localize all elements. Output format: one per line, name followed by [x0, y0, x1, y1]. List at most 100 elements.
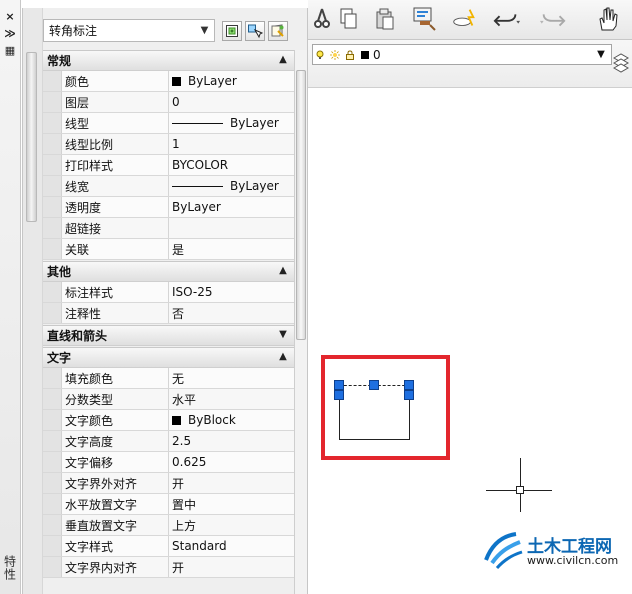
row-indent	[43, 176, 62, 196]
section-misc[interactable]: 其他 ▲	[43, 261, 294, 282]
quick-select-icon	[271, 24, 284, 37]
palette-gutter-scrollbar[interactable]	[26, 52, 37, 222]
prop-row-text-outside-align[interactable]: 文字界外对齐 开	[43, 473, 294, 494]
prop-value[interactable]: Standard	[169, 536, 294, 556]
auto-hide-icon[interactable]: ≫	[2, 25, 18, 41]
prop-value[interactable]: 开	[169, 557, 294, 577]
prop-value[interactable]: 水平	[169, 389, 294, 409]
section-text[interactable]: 文字 ▲	[43, 347, 294, 368]
chevron-up-icon: ▲	[279, 265, 287, 276]
quick-select-icon[interactable]	[268, 21, 288, 41]
prop-value[interactable]: 1	[169, 134, 294, 154]
layer-stack-icon[interactable]	[612, 50, 630, 78]
block-editor-icon[interactable]	[450, 4, 478, 34]
line-sample	[172, 122, 223, 124]
prop-row-plot-style[interactable]: 打印样式 BYCOLOR	[43, 155, 294, 176]
dimension-object[interactable]	[339, 388, 410, 440]
grip-handle[interactable]	[334, 390, 344, 400]
row-indent	[43, 452, 62, 472]
prop-value[interactable]: ByBlock	[169, 410, 294, 430]
section-lines-arrows[interactable]: 直线和箭头 ▼	[43, 325, 294, 346]
copy-icon	[340, 8, 357, 29]
prop-value[interactable]: BYCOLOR	[169, 155, 294, 175]
paste-icon[interactable]	[371, 4, 399, 34]
prop-row-text-offset[interactable]: 文字偏移 0.625	[43, 452, 294, 473]
prop-value[interactable]: ByLayer	[169, 113, 294, 133]
prop-name: 分数类型	[62, 389, 169, 409]
redo-icon	[539, 14, 566, 27]
prop-value-text: ByLayer	[230, 179, 279, 193]
prop-value[interactable]: ByLayer	[169, 197, 294, 217]
row-indent	[43, 239, 62, 259]
section-title-misc: 其他	[47, 265, 72, 279]
properties-title-strip: × ≫ ▦ 特性	[0, 0, 21, 594]
copy-icon[interactable]	[335, 4, 363, 34]
prop-value-text: ByLayer	[230, 116, 279, 130]
undo-icon[interactable]	[493, 4, 521, 34]
toggle-pickadd-icon[interactable]	[222, 21, 242, 41]
prop-row-transparency[interactable]: 透明度 ByLayer	[43, 197, 294, 218]
watermark: 土木工程网 www.civilcn.com	[482, 529, 632, 573]
prop-value[interactable]: 无	[169, 368, 294, 388]
drawing-canvas[interactable]	[308, 88, 632, 594]
grip-handle[interactable]	[404, 390, 414, 400]
toggle-pickadd-icon	[226, 25, 238, 37]
sun-icon	[330, 49, 340, 60]
prop-value[interactable]: 2.5	[169, 431, 294, 451]
crosshair-pickbox	[516, 486, 524, 494]
close-icon[interactable]: ×	[2, 8, 18, 24]
prop-row-text-inside-align[interactable]: 文字界内对齐 开	[43, 557, 294, 578]
prop-row-text-pos-horizontal[interactable]: 水平放置文字 置中	[43, 494, 294, 515]
prop-value[interactable]: ISO-25	[169, 282, 294, 302]
object-type-value: 转角标注	[49, 24, 98, 38]
prop-value[interactable]	[169, 218, 294, 238]
prop-value[interactable]: ByLayer	[169, 71, 294, 91]
select-objects-icon	[248, 24, 263, 39]
prop-value[interactable]: 否	[169, 303, 294, 323]
prop-value[interactable]: ByLayer	[169, 176, 294, 196]
prop-row-dimstyle[interactable]: 标注样式 ISO-25	[43, 282, 294, 303]
pan-hand-icon	[599, 7, 618, 31]
prop-row-text-height[interactable]: 文字高度 2.5	[43, 431, 294, 452]
palette-header: 转角标注 ▼	[43, 19, 291, 46]
prop-row-text-pos-vertical[interactable]: 垂直放置文字 上方	[43, 515, 294, 536]
prop-row-layer[interactable]: 图层 0	[43, 92, 294, 113]
prop-row-text-color[interactable]: 文字颜色 ByBlock	[43, 410, 294, 431]
prop-row-associative[interactable]: 关联 是	[43, 239, 294, 260]
prop-row-fraction-type[interactable]: 分数类型 水平	[43, 389, 294, 410]
match-properties-icon[interactable]	[410, 4, 438, 34]
properties-scroll-thumb[interactable]	[296, 70, 306, 340]
prop-value[interactable]: 上方	[169, 515, 294, 535]
select-objects-icon[interactable]	[245, 21, 265, 41]
prop-row-hyperlink[interactable]: 超链接	[43, 218, 294, 239]
grip-handle[interactable]	[334, 380, 344, 390]
prop-row-color[interactable]: 颜色 ByLayer	[43, 71, 294, 92]
prop-value[interactable]: 开	[169, 473, 294, 493]
prop-row-linetype[interactable]: 线型 ByLayer	[43, 113, 294, 134]
grip-handle[interactable]	[404, 380, 414, 390]
prop-name: 垂直放置文字	[62, 515, 169, 535]
prop-row-text-style[interactable]: 文字样式 Standard	[43, 536, 294, 557]
object-type-dropdown[interactable]: 转角标注 ▼	[43, 19, 215, 42]
layer-dropdown[interactable]: 0 ▼	[312, 44, 612, 65]
prop-value[interactable]: 置中	[169, 494, 294, 514]
prop-value[interactable]: 0.625	[169, 452, 294, 472]
prop-row-lineweight[interactable]: 线宽 ByLayer	[43, 176, 294, 197]
grip-handle[interactable]	[369, 380, 379, 390]
prop-value[interactable]: 0	[169, 92, 294, 112]
row-indent	[43, 557, 62, 577]
row-indent	[43, 134, 62, 154]
prop-row-linetype-scale[interactable]: 线型比例 1	[43, 134, 294, 155]
properties-scrollbar[interactable]	[294, 50, 307, 594]
prop-row-fill-color[interactable]: 填充颜色 无	[43, 368, 294, 389]
scissors-icon[interactable]	[308, 4, 336, 34]
row-indent	[43, 431, 62, 451]
redo-icon[interactable]	[539, 4, 567, 34]
row-indent	[43, 218, 62, 238]
color-swatch-icon	[361, 50, 369, 59]
prop-value[interactable]: 是	[169, 239, 294, 259]
pan-hand-icon[interactable]	[594, 4, 622, 34]
prop-row-annotative[interactable]: 注释性 否	[43, 303, 294, 324]
properties-icon[interactable]: ▦	[2, 42, 18, 58]
section-general[interactable]: 常规 ▲	[43, 50, 294, 71]
